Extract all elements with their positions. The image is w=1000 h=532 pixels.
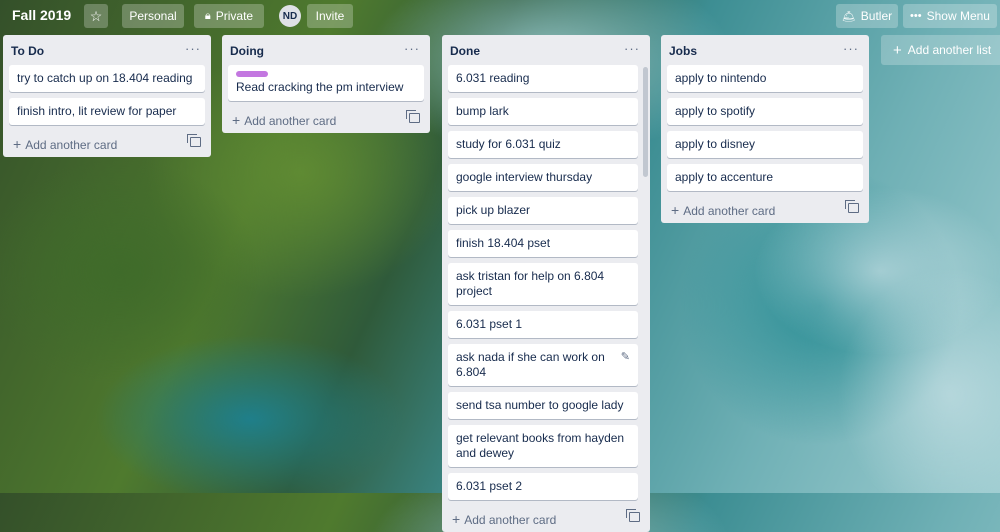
add-list-button[interactable]: + Add another list: [881, 35, 1000, 65]
card-text: finish 18.404 pset: [456, 236, 551, 250]
card[interactable]: try to catch up on 18.404 reading: [9, 65, 205, 92]
show-menu-label: Show Menu: [926, 9, 990, 23]
list-footer: + Add another card: [222, 107, 430, 133]
card[interactable]: apply to spotify: [667, 98, 863, 125]
card-text: apply to accenture: [675, 170, 774, 184]
butler-button[interactable]: 🛎︎ Butler: [836, 4, 898, 28]
card-template-icon[interactable]: [626, 509, 640, 522]
butler-label: Butler: [860, 9, 893, 23]
card-text: bump lark: [456, 104, 509, 118]
plus-icon: +: [671, 202, 680, 218]
card-text: study for 6.031 quiz: [456, 137, 561, 151]
card-template-icon[interactable]: [187, 134, 201, 147]
add-card-label: Add another card: [244, 114, 337, 128]
avatar[interactable]: ND: [279, 5, 301, 27]
plus-icon: +: [13, 136, 22, 152]
list-header: Jobs ···: [661, 35, 869, 65]
card-text: google interview thursday: [456, 170, 593, 184]
list-done: Done ··· 6.031 reading bump lark study f…: [442, 35, 650, 532]
card-text: pick up blazer: [456, 203, 531, 217]
card-label-purple[interactable]: [236, 71, 268, 77]
list-title[interactable]: To Do: [11, 44, 44, 58]
plus-icon: +: [893, 41, 902, 59]
card-text: get relevant books from hayden and dewey: [456, 431, 625, 460]
card-text: finish intro, lit review for paper: [17, 104, 177, 118]
personal-label: Personal: [129, 9, 177, 23]
add-card-button[interactable]: + Add another card: [232, 112, 336, 128]
list-footer: + Add another card: [661, 197, 869, 223]
show-menu-button[interactable]: ••• Show Menu: [903, 4, 997, 28]
butler-bell-icon: 🛎︎: [841, 10, 856, 23]
private-label: Private: [215, 9, 254, 23]
card[interactable]: Read cracking the pm interview: [228, 65, 424, 101]
card[interactable]: finish 18.404 pset: [448, 230, 638, 257]
card-text: 6.031 pset 1: [456, 317, 523, 331]
list-jobs: Jobs ··· apply to nintendo apply to spot…: [661, 35, 869, 223]
star-button[interactable]: ☆: [84, 4, 108, 28]
add-card-button[interactable]: + Add another card: [452, 511, 556, 527]
ellipsis-icon[interactable]: ···: [624, 41, 640, 56]
add-card-label: Add another card: [683, 204, 776, 218]
ellipsis-icon: •••: [910, 10, 922, 22]
list-title[interactable]: Jobs: [669, 44, 697, 58]
card[interactable]: ask nada if she can work on 6.804 ✎: [448, 344, 638, 386]
list-todo: To Do ··· try to catch up on 18.404 read…: [3, 35, 211, 157]
card-template-icon[interactable]: [406, 110, 420, 123]
card[interactable]: apply to nintendo: [667, 65, 863, 92]
card[interactable]: 6.031 pset 1: [448, 311, 638, 338]
card-text: apply to disney: [675, 137, 756, 151]
card[interactable]: finish intro, lit review for paper: [9, 98, 205, 125]
list-scrollbar[interactable]: [643, 67, 648, 177]
card[interactable]: 6.031 pset 2: [448, 473, 638, 500]
card[interactable]: apply to accenture: [667, 164, 863, 191]
card-text: apply to spotify: [675, 104, 756, 118]
card-template-icon[interactable]: [845, 200, 859, 213]
card[interactable]: get relevant books from hayden and dewey: [448, 425, 638, 467]
star-icon: ☆: [89, 7, 103, 24]
invite-label: Invite: [315, 9, 345, 23]
pencil-icon[interactable]: ✎: [621, 350, 630, 365]
add-card-button[interactable]: + Add another card: [671, 202, 775, 218]
card[interactable]: google interview thursday: [448, 164, 638, 191]
ellipsis-icon[interactable]: ···: [843, 41, 859, 56]
plus-icon: +: [232, 112, 241, 128]
lock-icon: 🔒︎: [204, 9, 211, 22]
card-text: 6.031 pset 2: [456, 479, 523, 493]
invite-button[interactable]: Invite: [307, 4, 353, 28]
list-header: Done ···: [442, 35, 650, 65]
add-card-label: Add another card: [464, 513, 557, 527]
card[interactable]: pick up blazer: [448, 197, 638, 224]
list-title[interactable]: Done: [450, 44, 480, 58]
card-text: Read cracking the pm interview: [236, 80, 404, 94]
card[interactable]: ask tristan for help on 6.804 project: [448, 263, 638, 305]
add-card-button[interactable]: + Add another card: [13, 136, 117, 152]
list-footer: + Add another card: [442, 506, 650, 532]
card-text: ask nada if she can work on 6.804: [456, 350, 605, 379]
card[interactable]: 6.031 reading: [448, 65, 638, 92]
card-text: apply to nintendo: [675, 71, 767, 85]
card[interactable]: apply to disney: [667, 131, 863, 158]
private-button[interactable]: 🔒︎ Private: [194, 4, 264, 28]
add-list-label: Add another list: [907, 43, 992, 57]
card-text: send tsa number to google lady: [456, 398, 624, 412]
personal-button[interactable]: Personal: [122, 4, 184, 28]
list-header: To Do ···: [3, 35, 211, 65]
plus-icon: +: [452, 511, 461, 527]
list-footer: + Add another card: [3, 131, 211, 157]
card-text: 6.031 reading: [456, 71, 530, 85]
card-text: try to catch up on 18.404 reading: [17, 71, 193, 85]
ellipsis-icon[interactable]: ···: [185, 41, 201, 56]
add-card-label: Add another card: [25, 138, 118, 152]
card-text: ask tristan for help on 6.804 project: [456, 269, 605, 298]
ellipsis-icon[interactable]: ···: [404, 41, 420, 56]
list-doing: Doing ··· Read cracking the pm interview…: [222, 35, 430, 133]
board-title[interactable]: Fall 2019: [12, 7, 71, 23]
list-header: Doing ···: [222, 35, 430, 65]
board-header: Fall 2019 ☆ Personal 🔒︎ Private ND Invit…: [0, 0, 1000, 32]
card[interactable]: send tsa number to google lady: [448, 392, 638, 419]
card[interactable]: bump lark: [448, 98, 638, 125]
list-title[interactable]: Doing: [230, 44, 264, 58]
card[interactable]: study for 6.031 quiz: [448, 131, 638, 158]
